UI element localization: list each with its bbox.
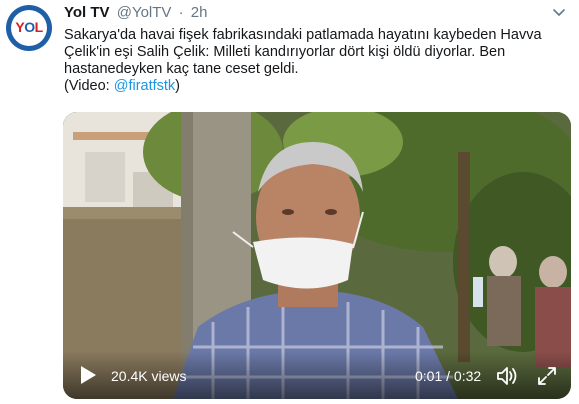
logo-letter-l: L: [34, 19, 44, 35]
author-name[interactable]: Yol TV: [64, 4, 110, 21]
video-credit-link[interactable]: @firatfstk: [114, 78, 175, 94]
tweet-text-line: hastanedeyken kaç tane ceset geldi.: [64, 61, 299, 77]
video-credit: (Video: @firatfstk): [64, 78, 564, 95]
logo-letter-o: O: [24, 19, 35, 35]
video-controls: 20.4K views 0:01 / 0:32: [63, 351, 571, 399]
play-icon[interactable]: [79, 365, 97, 385]
tweet-time[interactable]: 2h: [191, 4, 208, 21]
avatar[interactable]: YOL: [6, 5, 52, 51]
author-handle[interactable]: @YolTV: [117, 4, 172, 21]
tweet-text-line: Çelik'in eşi Salih Çelik: Milleti kandır…: [64, 44, 506, 60]
tweet-header: Yol TV @YolTV · 2h: [64, 4, 207, 21]
tweet: YOL Yol TV @YolTV · 2h Sakarya'da havai …: [0, 0, 579, 404]
video-player[interactable]: 20.4K views 0:01 / 0:32: [63, 112, 571, 399]
tweet-text: Sakarya'da havai fişek fabrikasındaki pa…: [64, 27, 564, 95]
video-credit-suffix: ): [175, 78, 181, 94]
chevron-down-icon[interactable]: [551, 4, 567, 20]
video-time: 0:01 / 0:32: [415, 368, 482, 384]
tweet-text-line: Sakarya'da havai fişek fabrikasındaki pa…: [64, 27, 542, 43]
separator-dot: ·: [178, 4, 184, 21]
yol-tv-logo: YOL: [6, 19, 52, 35]
view-count: 20.4K views: [111, 368, 187, 384]
volume-icon[interactable]: [496, 365, 520, 387]
fullscreen-icon[interactable]: [537, 366, 557, 386]
logo-letter-y: Y: [15, 19, 25, 35]
video-credit-prefix: (Video:: [64, 78, 114, 94]
